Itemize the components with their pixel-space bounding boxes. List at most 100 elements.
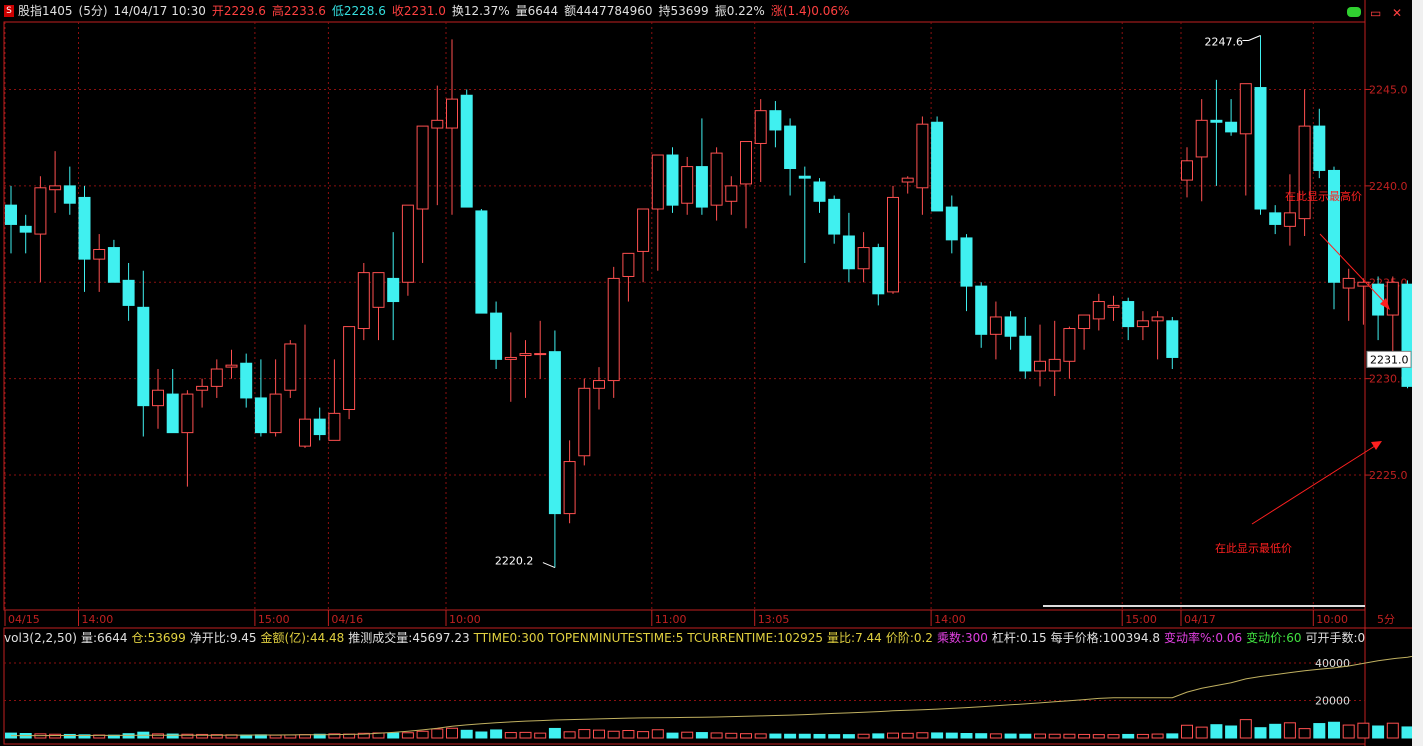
candle-body (931, 121, 944, 212)
low-price-label: 2220.2 (495, 555, 534, 568)
volume-bar (842, 734, 855, 739)
candle-body (519, 353, 532, 357)
volume-bar (1239, 719, 1252, 739)
volume-bar (901, 732, 914, 739)
volume-bar (710, 732, 723, 739)
candle-body (357, 272, 370, 330)
volume-bar (622, 730, 635, 739)
candle-body (637, 208, 650, 252)
candle-body (740, 141, 752, 185)
candle-body (1210, 119, 1223, 123)
volume-bar (813, 733, 826, 739)
candle-body (710, 152, 723, 206)
candle-body (210, 368, 223, 387)
volume-bar (519, 731, 532, 739)
candle-body (343, 326, 356, 411)
volume-bar (1372, 725, 1385, 739)
candle-body (945, 206, 958, 241)
candle-body (622, 252, 635, 277)
arrow-head-icon (1371, 441, 1382, 450)
volume-bar (284, 734, 297, 739)
candle-body (254, 397, 267, 434)
candle-body (563, 461, 576, 515)
volume-bar (651, 729, 664, 739)
volume-bar (593, 729, 605, 739)
candle-body (401, 204, 414, 283)
candle-body (122, 279, 135, 306)
volume-bar (1357, 722, 1370, 739)
candle-body (857, 247, 870, 270)
volume-bar (1166, 733, 1179, 739)
volume-bar (681, 731, 694, 739)
y-tick-label: 2225.0 (1369, 469, 1408, 482)
volume-bar (1107, 734, 1120, 739)
volume-bar (387, 732, 400, 739)
x-tick-label: 04/16 (331, 613, 363, 626)
x-tick-label: 10:00 (449, 613, 481, 626)
candle-body (1063, 328, 1076, 362)
candle-body (152, 389, 164, 407)
candle-body (1004, 316, 1017, 337)
volume-bar (1283, 722, 1296, 739)
volume-bar (1386, 722, 1399, 739)
candle-body (1313, 125, 1326, 171)
volume-tick-label: 20000 (1315, 695, 1350, 708)
candle-body (372, 272, 385, 308)
candle-body (1254, 87, 1267, 210)
volume-bar (563, 731, 576, 739)
volume-bar (1078, 733, 1091, 739)
x-tick-label: 11:00 (655, 613, 687, 626)
volume-bar (460, 729, 473, 739)
open-interest-line (11, 655, 1412, 737)
volume-bar (1254, 727, 1267, 739)
candle-body (1328, 169, 1340, 283)
candle-body (666, 154, 679, 206)
candle-body (725, 185, 738, 202)
candle-body (548, 351, 561, 515)
candle-body (93, 248, 106, 260)
candle-body (504, 356, 517, 360)
volume-bar (1269, 723, 1282, 739)
candle-body (328, 412, 341, 441)
volume-bar (916, 732, 929, 739)
candle-body (1092, 301, 1105, 320)
candle-body (78, 196, 91, 260)
candlestick-chart[interactable]: 2225.02230.02235.02240.02245.004/1514:00… (0, 0, 1412, 746)
candle-body (1269, 212, 1282, 225)
volume-bar (989, 733, 1002, 739)
volume-bar (401, 732, 414, 739)
high-price-label: 2247.6 (1205, 35, 1244, 48)
volume-bar (857, 733, 870, 739)
x-tick-label: 04/15 (8, 613, 40, 626)
candle-body (1078, 314, 1091, 330)
volume-bar (152, 733, 164, 739)
candle-body (1401, 283, 1412, 387)
volume-bar (1298, 728, 1311, 739)
volume-bar (637, 731, 650, 739)
volume-bar (1136, 733, 1149, 739)
candle-body (901, 177, 914, 183)
candle-body (798, 175, 811, 179)
candle-body (63, 185, 76, 204)
x-tick-label: 10:00 (1316, 613, 1348, 626)
candle-body (416, 125, 429, 210)
side-toolbar[interactable] (1412, 0, 1423, 746)
volume-bar (887, 732, 899, 739)
candle-body (196, 385, 209, 391)
volume-bar (1063, 733, 1076, 739)
volume-bar (446, 727, 458, 739)
candle-body (916, 123, 929, 189)
volume-bar (725, 732, 738, 739)
volume-bar (975, 733, 988, 739)
candle-body (1151, 316, 1164, 322)
volume-bar (754, 733, 767, 739)
volume-bar (1342, 724, 1355, 739)
candle-body (1107, 304, 1120, 308)
candle-body (1034, 360, 1046, 372)
close-icon: ✕ (1392, 6, 1402, 20)
candle-body (872, 247, 885, 295)
volume-bar (769, 733, 782, 739)
volume-bar (578, 729, 591, 739)
candle-body (107, 247, 120, 283)
volume-bar (1181, 724, 1193, 739)
